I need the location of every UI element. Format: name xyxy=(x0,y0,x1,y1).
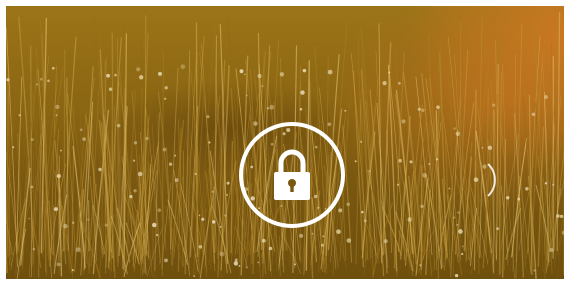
unlock-button[interactable] xyxy=(239,122,345,228)
lock-screen xyxy=(6,6,564,279)
padlock-icon xyxy=(274,149,310,200)
arc-hint-icon xyxy=(487,163,496,197)
